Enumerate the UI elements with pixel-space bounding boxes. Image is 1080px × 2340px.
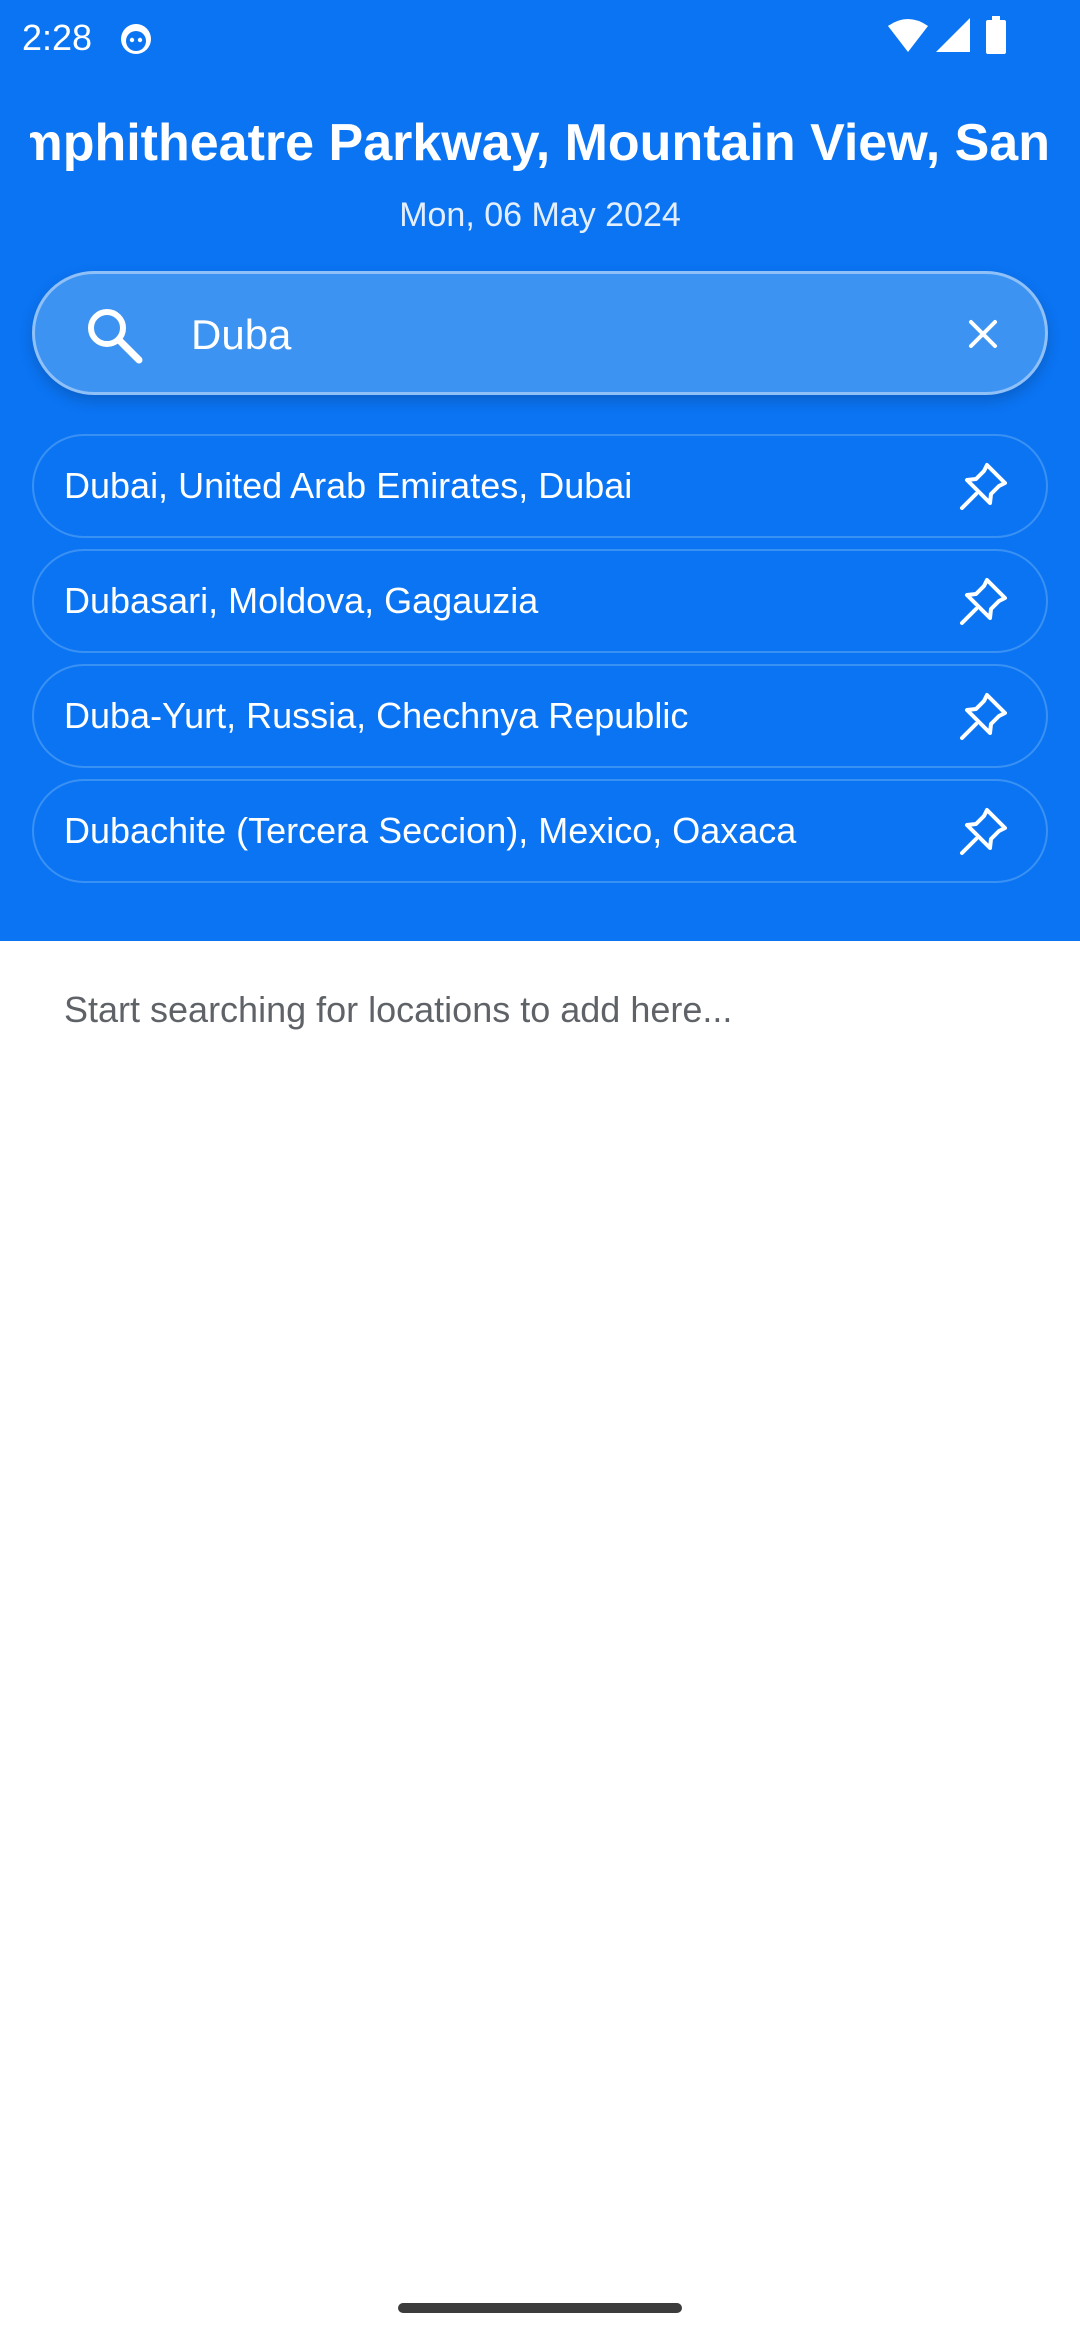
result-item[interactable]: Dubachite (Tercera Seccion), Mexico, Oax… [32,779,1048,883]
search-input[interactable]: Duba [191,304,291,366]
search-bar[interactable]: Duba [32,271,1048,395]
result-item[interactable]: Dubasari, Moldova, Gagauzia [32,549,1048,653]
pin-icon[interactable] [956,805,1010,859]
result-label: Dubai, United Arab Emirates, Dubai [64,465,633,506]
empty-state-hint: Start searching for locations to add her… [64,989,733,1030]
app-notification-icon [121,24,151,54]
result-label: Dubasari, Moldova, Gagauzia [64,580,539,621]
signal-icon [936,18,970,52]
search-icon [88,309,143,364]
result-item[interactable]: Duba-Yurt, Russia, Chechnya Republic [32,664,1048,768]
pin-icon[interactable] [956,575,1010,629]
pin-icon[interactable] [956,690,1010,744]
battery-icon [986,16,1006,54]
result-label: Dubachite (Tercera Seccion), Mexico, Oax… [64,810,797,851]
location-title: 1600 Amphitheatre Parkway, Mountain View… [30,114,1050,172]
header-panel: 2:28 1600 Amphitheatre Parkway, Mountain… [0,0,1080,941]
clear-icon[interactable] [963,314,1003,354]
date-subtitle: Mon, 06 May 2024 [399,196,681,234]
status-time: 2:28 [22,17,93,58]
result-label: Duba-Yurt, Russia, Chechnya Republic [64,695,689,736]
wifi-icon [888,19,928,52]
result-item[interactable]: Dubai, United Arab Emirates, Dubai [32,434,1048,538]
pin-icon[interactable] [956,460,1010,514]
home-indicator[interactable] [398,2303,682,2313]
